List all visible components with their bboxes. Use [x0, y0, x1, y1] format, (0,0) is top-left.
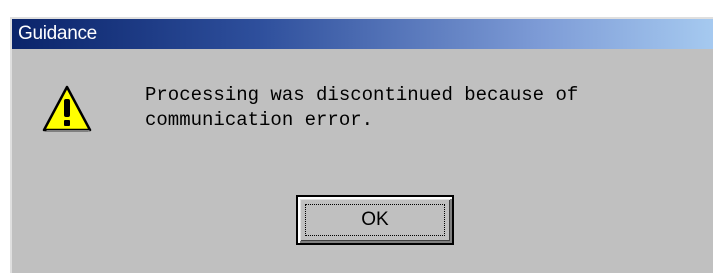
warning-icon	[42, 85, 92, 132]
dialog-message: Processing was discontinued because of c…	[145, 83, 578, 133]
ok-button[interactable]: OK	[296, 195, 454, 245]
title-bar[interactable]: Guidance	[12, 19, 713, 49]
dialog-title: Guidance	[18, 23, 97, 44]
ok-button-label: OK	[361, 209, 389, 230]
guidance-dialog: Guidance Processing was discontinued bec…	[10, 17, 713, 273]
message-line-1: Processing was discontinued because of	[145, 84, 579, 106]
message-line-2: communication error.	[145, 109, 374, 131]
